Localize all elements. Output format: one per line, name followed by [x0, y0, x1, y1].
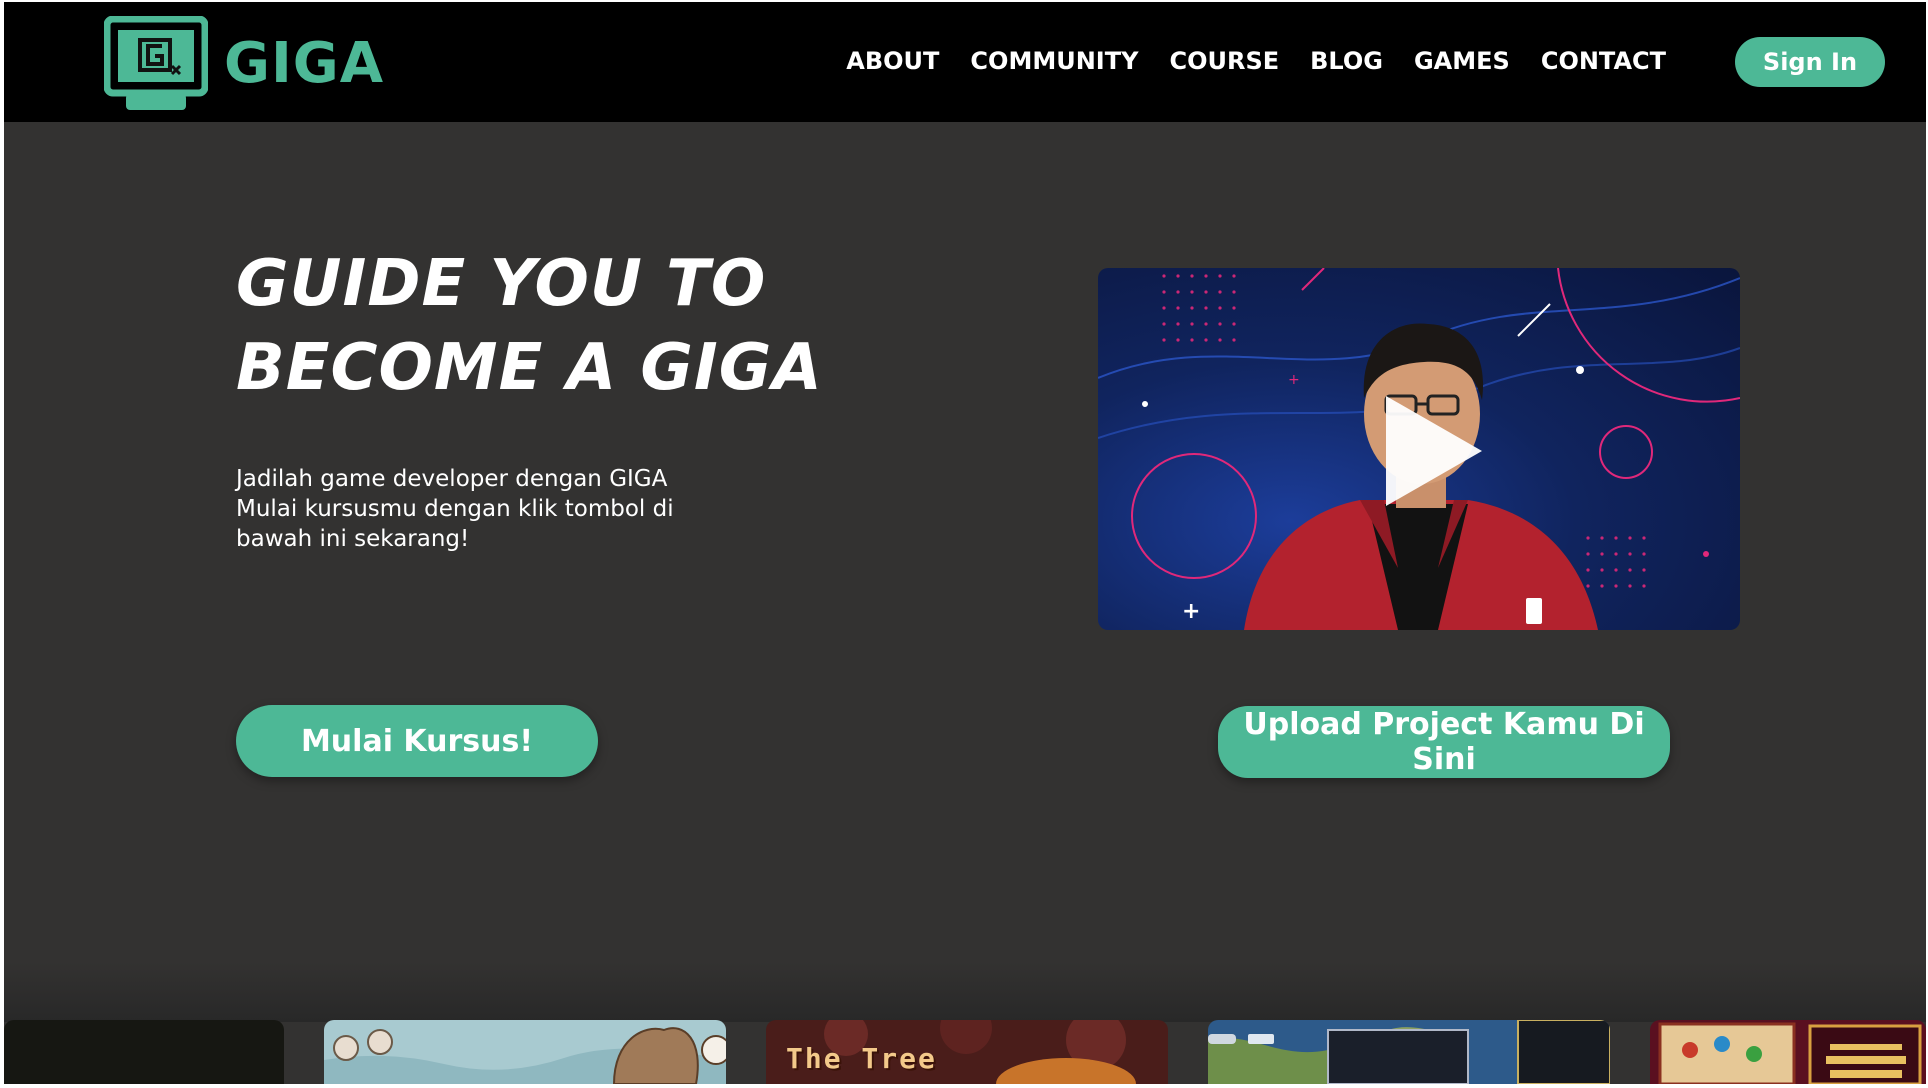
nav-about[interactable]: ABOUT — [846, 46, 939, 76]
nav-blog[interactable]: BLOG — [1310, 46, 1383, 76]
nav-games[interactable]: GAMES — [1414, 46, 1510, 76]
nav-contact[interactable]: CONTACT — [1541, 46, 1666, 76]
svg-text:+: + — [1288, 372, 1300, 388]
nav-links: ABOUT COMMUNITY COURSE BLOG GAMES CONTAC… — [846, 46, 1666, 76]
games-strip-fade — [4, 962, 1926, 1022]
hero-title-line-2: BECOME A GIGA — [236, 331, 823, 405]
start-course-button[interactable]: Mulai Kursus! — [236, 705, 598, 777]
page-frame: GIGA ABOUT COMMUNITY COURSE BLOG GAMES C… — [4, 2, 1926, 1084]
game-title-the-tree: The Tree — [786, 1042, 937, 1075]
brand-name: GIGA — [224, 31, 385, 96]
logo[interactable]: GIGA — [104, 16, 384, 112]
hero-desc-line-1: Jadilah game developer dengan GIGA — [236, 466, 668, 492]
game-thumb-1[interactable] — [4, 1020, 284, 1084]
hero-description: Jadilah game developer dengan GIGA Mulai… — [236, 464, 706, 554]
game-thumb-4[interactable] — [1208, 1020, 1610, 1084]
svg-text:+: + — [1182, 599, 1200, 624]
hero-title-line-1: GUIDE YOU TO — [236, 247, 767, 321]
hero-desc-line-3: bawah ini sekarang! — [236, 526, 470, 552]
intro-video-player[interactable]: + + — [1098, 268, 1740, 630]
nav-course[interactable]: COURSE — [1169, 46, 1279, 76]
upload-project-button[interactable]: Upload Project Kamu Di Sini — [1218, 706, 1670, 778]
game-thumb-2[interactable] — [324, 1020, 726, 1084]
sign-in-button[interactable]: Sign In — [1735, 37, 1885, 87]
navbar: GIGA ABOUT COMMUNITY COURSE BLOG GAMES C… — [4, 2, 1926, 122]
game-thumb-5[interactable] — [1650, 1020, 1926, 1084]
game-thumb-3[interactable]: The Tree — [766, 1020, 1168, 1084]
nav-community[interactable]: COMMUNITY — [970, 46, 1138, 76]
hero-desc-line-2: Mulai kursusmu dengan klik tombol di — [236, 496, 674, 522]
video-thumbnail: + + — [1098, 268, 1740, 630]
monitor-logo-icon — [104, 16, 208, 110]
hero-title: GUIDE YOU TO BECOME A GIGA — [236, 242, 876, 410]
